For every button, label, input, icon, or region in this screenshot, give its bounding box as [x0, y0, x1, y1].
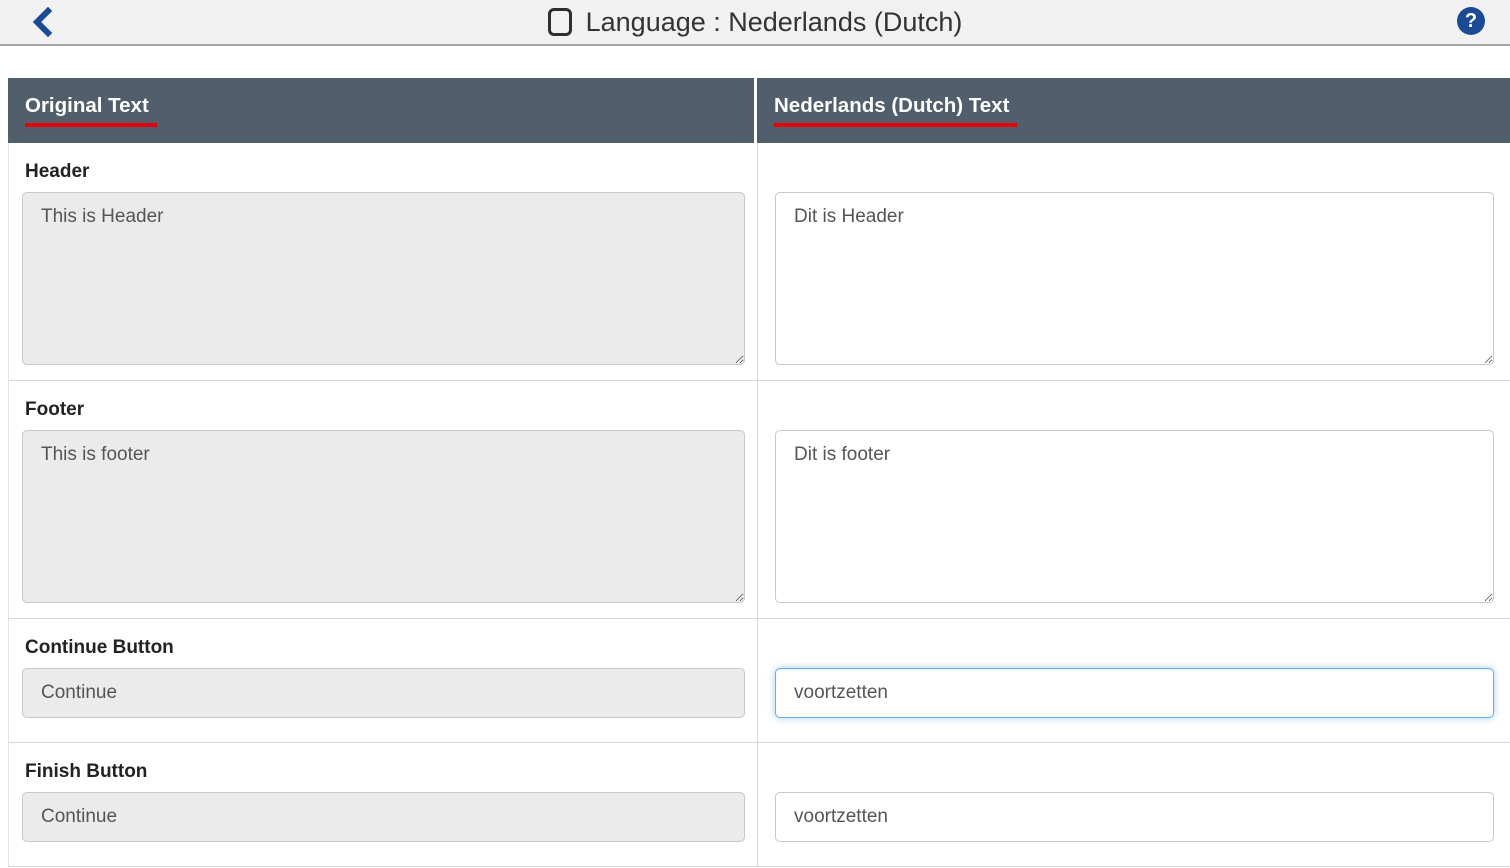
original-finish-input[interactable]	[22, 792, 745, 842]
page-title: Language : Nederlands (Dutch)	[586, 7, 963, 38]
field-label-header: Header	[25, 160, 757, 184]
field-label-continue-button: Continue Button	[25, 636, 757, 660]
original-footer-textarea[interactable]: This is footer	[22, 430, 745, 603]
table-row-finish-button: Finish Button	[8, 743, 1510, 867]
column-header-original: Original Text	[8, 78, 757, 143]
chevron-left-icon	[30, 7, 53, 37]
field-label-finish-button: Finish Button	[25, 760, 757, 784]
translation-continue-input[interactable]	[775, 668, 1494, 718]
table-row-footer: Footer This is footer Dit is footer	[8, 381, 1510, 619]
back-button[interactable]	[24, 5, 58, 39]
table-header: Original Text Nederlands (Dutch) Text	[8, 78, 1510, 143]
column-header-translation: Nederlands (Dutch) Text	[757, 78, 1510, 143]
original-continue-input[interactable]	[22, 668, 745, 718]
language-checkbox[interactable]	[548, 8, 572, 36]
translation-header-textarea[interactable]: Dit is Header	[775, 192, 1494, 365]
top-bar: Language : Nederlands (Dutch) ?	[0, 0, 1510, 46]
column-header-translation-label: Nederlands (Dutch) Text	[774, 94, 1017, 127]
title-group: Language : Nederlands (Dutch)	[548, 7, 963, 38]
help-button[interactable]: ?	[1457, 7, 1485, 35]
table-row-continue-button: Continue Button	[8, 619, 1510, 743]
original-header-textarea[interactable]: This is Header	[22, 192, 745, 365]
translation-finish-input[interactable]	[775, 792, 1494, 842]
translation-table: Original Text Nederlands (Dutch) Text He…	[8, 78, 1510, 867]
table-row-header: Header This is Header Dit is Header	[8, 143, 1510, 381]
column-header-original-label: Original Text	[25, 94, 157, 127]
field-label-footer: Footer	[25, 398, 757, 422]
question-mark-icon: ?	[1465, 11, 1477, 31]
translation-footer-textarea[interactable]: Dit is footer	[775, 430, 1494, 603]
